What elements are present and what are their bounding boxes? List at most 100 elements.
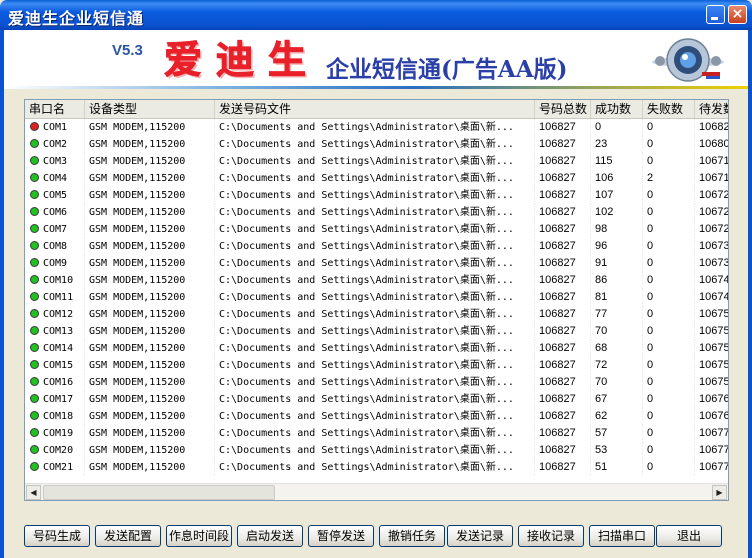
scroll-right-button[interactable]: ▶ [712,485,727,500]
table-row[interactable]: COM19 GSM MODEM,115200 C:\Documents and Se… [25,425,728,442]
cell-file: C:\Documents and Settings\Administrator\… [215,374,535,391]
column-header-file[interactable]: 发送号码文件 [215,100,535,118]
column-header-fail[interactable]: 失败数 [643,100,695,118]
cell-success: 70 [591,323,643,340]
generate-numbers-button[interactable]: 号码生成 [24,525,90,547]
table-row[interactable]: COM5 GSM MODEM,115200 C:\Documents and Set… [25,187,728,204]
cell-fail: 0 [643,323,695,340]
port-name: COM4 [43,173,68,184]
column-header-success[interactable]: 成功数 [591,100,643,118]
table-row[interactable]: COM4 GSM MODEM,115200 C:\Documents and Set… [25,170,728,187]
cell-pending: 106804 [695,136,728,153]
cell-port: COM12 [25,306,85,323]
cell-pending: 106759 [695,340,728,357]
table-row[interactable]: COM6 GSM MODEM,115200 C:\Documents and Set… [25,204,728,221]
table-row[interactable]: COM12 GSM MODEM,115200 C:\Documents and Se… [25,306,728,323]
port-name: COM9 [43,258,68,269]
table-row[interactable]: COM17 GSM MODEM,115200 C:\Documents and Se… [25,391,728,408]
cell-success: 115 [591,153,643,170]
port-status-table[interactable]: 串口名 设备类型 发送号码文件 号码总数 成功数 失败数 待发数 COM1 GSM… [24,99,729,501]
horizontal-scrollbar[interactable]: ◀ ▶ [25,483,728,500]
exit-button[interactable]: 退出 [656,525,722,547]
table-row[interactable]: COM8 GSM MODEM,115200 C:\Documents and Set… [25,238,728,255]
table-row[interactable]: COM15 GSM MODEM,115200 C:\Documents and Se… [25,357,728,374]
port-name: COM1 [43,122,68,133]
cell-pending: 106725 [695,204,728,221]
table-header: 串口名 设备类型 发送号码文件 号码总数 成功数 失败数 待发数 [25,100,728,119]
table-row[interactable]: COM1 GSM MODEM,115200 C:\Documents and Set… [25,119,728,136]
port-name: COM20 [43,445,74,456]
cell-device: GSM MODEM,115200 [85,221,215,238]
table-row[interactable]: COM11 GSM MODEM,115200 C:\Documents and Se… [25,289,728,306]
send-log-button[interactable]: 发送记录 [447,525,513,547]
table-row[interactable]: COM18 GSM MODEM,115200 C:\Documents and Se… [25,408,728,425]
status-green-icon [30,377,39,386]
cell-pending: 106755 [695,357,728,374]
status-red-icon [30,122,39,131]
action-button-bar: 号码生成 发送配置 作息时间段 启动发送 暂停发送 撤销任务 发送记录 接收记录… [4,525,748,549]
table-row[interactable]: COM21 GSM MODEM,115200 C:\Documents and Se… [25,459,728,476]
table-row[interactable]: COM3 GSM MODEM,115200 C:\Documents and Set… [25,153,728,170]
cell-port: COM11 [25,289,85,306]
table-row[interactable]: COM14 GSM MODEM,115200 C:\Documents and Se… [25,340,728,357]
column-header-port[interactable]: 串口名 [25,100,85,118]
table-row[interactable]: COM9 GSM MODEM,115200 C:\Documents and Set… [25,255,728,272]
table-row[interactable]: COM16 GSM MODEM,115200 C:\Documents and Se… [25,374,728,391]
cell-file: C:\Documents and Settings\Administrator\… [215,340,535,357]
cell-file: C:\Documents and Settings\Administrator\… [215,442,535,459]
cell-success: 91 [591,255,643,272]
cell-success: 68 [591,340,643,357]
column-header-pending[interactable]: 待发数 [695,100,728,118]
window-title: 爱迪生企业短信通 [8,9,145,28]
cell-file: C:\Documents and Settings\Administrator\… [215,153,535,170]
cell-fail: 0 [643,391,695,408]
column-header-device[interactable]: 设备类型 [85,100,215,118]
scan-ports-button[interactable]: 扫描串口 [589,525,655,547]
title-bar[interactable]: 爱迪生企业短信通 × [0,0,752,30]
status-green-icon [30,445,39,454]
port-name: COM18 [43,411,74,422]
cell-pending: 106827 [695,119,728,136]
header-banner: V5.3 爱迪生 企业短信通(广告AA版) [4,30,748,88]
cell-total: 106827 [535,374,591,391]
work-schedule-button[interactable]: 作息时间段 [166,525,232,547]
close-button[interactable]: × [728,5,747,24]
cell-success: 0 [591,119,643,136]
table-row[interactable]: COM20 GSM MODEM,115200 C:\Documents and Se… [25,442,728,459]
status-green-icon [30,190,39,199]
scroll-left-button[interactable]: ◀ [26,485,41,500]
pause-send-button[interactable]: 暂停发送 [308,525,374,547]
cell-file: C:\Documents and Settings\Administrator\… [215,391,535,408]
column-header-total[interactable]: 号码总数 [535,100,591,118]
cell-device: GSM MODEM,115200 [85,289,215,306]
table-row[interactable]: COM2 GSM MODEM,115200 C:\Documents and Set… [25,136,728,153]
cell-fail: 0 [643,255,695,272]
cell-device: GSM MODEM,115200 [85,442,215,459]
table-row[interactable]: COM13 GSM MODEM,115200 C:\Documents and Se… [25,323,728,340]
status-green-icon [30,309,39,318]
cell-file: C:\Documents and Settings\Administrator\… [215,204,535,221]
port-name: COM6 [43,207,68,218]
cell-port: COM9 [25,255,85,272]
scrollbar-thumb[interactable] [43,485,275,500]
status-green-icon [30,241,39,250]
cell-fail: 0 [643,153,695,170]
cancel-task-button[interactable]: 撤销任务 [379,525,445,547]
cell-port: COM7 [25,221,85,238]
cell-file: C:\Documents and Settings\Administrator\… [215,136,535,153]
cell-file: C:\Documents and Settings\Administrator\… [215,255,535,272]
send-config-button[interactable]: 发送配置 [95,525,161,547]
status-green-icon [30,173,39,182]
cell-fail: 0 [643,374,695,391]
cell-total: 106827 [535,238,591,255]
cell-success: 77 [591,306,643,323]
start-send-button[interactable]: 启动发送 [237,525,303,547]
table-row[interactable]: COM7 GSM MODEM,115200 C:\Documents and Set… [25,221,728,238]
cell-fail: 0 [643,357,695,374]
cell-port: COM21 [25,459,85,476]
minimize-button[interactable] [706,5,725,24]
receive-log-button[interactable]: 接收记录 [518,525,584,547]
table-row[interactable]: COM10 GSM MODEM,115200 C:\Documents and Se… [25,272,728,289]
cell-pending: 106736 [695,255,728,272]
cell-device: GSM MODEM,115200 [85,391,215,408]
